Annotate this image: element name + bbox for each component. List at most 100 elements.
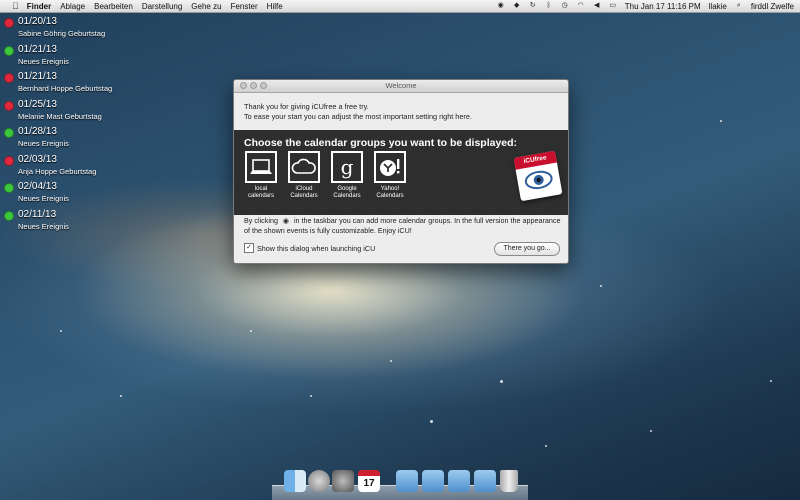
event-date: 02/03/13 [18, 153, 57, 165]
eye-icon[interactable]: ◉ [497, 2, 505, 10]
show-dialog-label: Show this dialog when launching iCU [257, 243, 376, 253]
menu-extras: ◉ ◆ ↻ ᛒ ◷ ◠ ◀ ▭ Thu Jan 17 11:16 PM llak… [489, 0, 794, 12]
event-date: 01/28/13 [18, 126, 57, 137]
list-item[interactable]: 01/20/13 Sabine Göhrig Geburtstag [4, 16, 164, 44]
calendar-label-line1: Google [337, 186, 357, 192]
menu-fenster[interactable]: Fenster [231, 2, 258, 11]
system-preferences-icon[interactable] [332, 470, 354, 492]
event-name: Bernhard Hoppe Geburtstag [18, 84, 113, 93]
event-status-dot [4, 155, 14, 166]
dialog-title: Welcome [385, 81, 417, 90]
event-name: Neues Ereignis [18, 56, 69, 66]
event-status-dot [4, 73, 14, 83]
calendar-label-line2: Calendars [290, 193, 318, 199]
calendar-group-icloud[interactable]: iCloud Calendars [287, 151, 321, 200]
laptop-icon [245, 151, 277, 183]
show-dialog-checkbox[interactable]: ✓ [244, 243, 254, 253]
calendar-group-google[interactable]: g Google Calendars [330, 151, 364, 200]
menu-finder[interactable]: Finder [27, 2, 51, 11]
menu-user[interactable]: llakie [709, 2, 727, 11]
event-status-dot [4, 100, 14, 111]
menu-darstellung[interactable]: Darstellung [142, 2, 182, 11]
list-item[interactable]: 02/11/13 Neues Ereignis [4, 209, 164, 237]
menu-gehe-zu[interactable]: Gehe zu [191, 2, 221, 11]
menu-bar:  Finder Ablage Bearbeiten Darstellung G… [0, 0, 800, 13]
intro-line-2: To ease your start you can adjust the mo… [244, 112, 472, 121]
event-name: Melanie Mast Geburtstag [18, 111, 102, 121]
trash-icon[interactable] [500, 470, 518, 492]
event-date: 01/20/13 [18, 16, 57, 27]
dock: 17 [272, 460, 528, 500]
cloud-icon [288, 151, 320, 183]
calendar-label-line2: calendars [247, 193, 274, 199]
events-list: 01/20/13 Sabine Göhrig Geburtstag 01/21/1… [4, 16, 164, 236]
calendar-label-line1: local [254, 186, 268, 192]
apple-icon[interactable]:  [12, 1, 19, 11]
event-date: 01/25/13 [18, 98, 57, 110]
event-name: Anja Hoppe Geburtstag [18, 166, 97, 176]
welcome-dialog: Welcome Thank you for giving iCUfree a f… [233, 79, 569, 264]
event-date: 01/21/13 [18, 43, 57, 55]
calendar-label-line1: Yahoo! [380, 186, 400, 192]
event-date: 02/11/13 [18, 208, 57, 220]
list-item[interactable]: 01/21/13 Bernhard Hoppe Geburtstag [4, 71, 164, 99]
event-status-dot [4, 183, 14, 193]
time-machine-icon[interactable]: ◷ [561, 2, 569, 10]
calendar-label-line2: Calendars [376, 193, 404, 199]
bluetooth-icon[interactable]: ᛒ [545, 2, 553, 10]
menu-right-label[interactable]: firddl Zwelfe [751, 2, 794, 11]
intro-line-1: Thank you for giving iCUfree a free try. [244, 102, 369, 111]
hint-text-end: in the taskbar you can add more calendar… [244, 216, 561, 235]
yahoo-icon [374, 151, 406, 183]
list-item[interactable]: 02/04/13 Neues Ereignis [4, 181, 164, 209]
calendar-groups-heading: Choose the calendar groups you want to b… [244, 137, 518, 149]
dropbox-icon[interactable]: ◆ [513, 2, 521, 10]
menu-hilfe[interactable]: Hilfe [267, 2, 283, 11]
wifi-icon[interactable]: ◠ [577, 2, 585, 10]
show-dialog-option: ✓ Show this dialog when launching iCU [244, 243, 375, 253]
event-name: Sabine Göhrig Geburtstag [18, 29, 106, 38]
calendar-label-line1: iCloud [295, 186, 313, 192]
list-item[interactable]: 02/03/13 Anja Hoppe Geburtstag [4, 154, 164, 182]
event-status-dot [4, 128, 14, 138]
event-date: 01/21/13 [18, 71, 57, 82]
list-item[interactable]: 01/28/13 Neues Ereignis [4, 126, 164, 154]
applications-folder-icon[interactable] [396, 470, 418, 492]
event-name: Neues Ereignis [18, 194, 69, 203]
google-g-icon: g [331, 151, 363, 183]
calendar-label-line2: Calendars [333, 193, 361, 199]
calendar-icon[interactable]: 17 [358, 470, 380, 492]
launchpad-icon[interactable] [308, 470, 330, 492]
volume-icon[interactable]: ◀ [593, 2, 601, 10]
event-date: 02/04/13 [18, 181, 57, 192]
there-you-go-button[interactable]: There you go... [494, 242, 560, 256]
menu-bearbeiten[interactable]: Bearbeiten [94, 2, 133, 11]
downloads-folder-icon[interactable] [448, 470, 470, 492]
documents-folder-icon[interactable] [422, 470, 444, 492]
dialog-hint: By clicking ◉ in the taskbar you can add… [244, 216, 564, 236]
folder-icon[interactable] [474, 470, 496, 492]
svg-text:g: g [341, 155, 354, 179]
menu-clock[interactable]: Thu Jan 17 11:16 PM [625, 2, 701, 11]
dialog-intro: Thank you for giving iCUfree a free try.… [244, 102, 472, 122]
event-status-dot [4, 210, 14, 221]
calendar-groups-panel: Choose the calendar groups you want to b… [234, 130, 568, 215]
finder-icon[interactable] [284, 470, 306, 492]
calendar-group-yahoo[interactable]: Yahoo! Calendars [373, 151, 407, 200]
event-status-dot [4, 45, 14, 56]
icufree-logo: iCUfree [513, 150, 563, 202]
event-name: Neues Ereignis [18, 139, 69, 148]
menu-ablage[interactable]: Ablage [60, 2, 85, 11]
hint-text-start: By clicking [244, 216, 278, 225]
list-item[interactable]: 01/21/13 Neues Ereignis [4, 44, 164, 72]
eye-icon: ◉ [282, 216, 290, 225]
event-name: Neues Ereignis [18, 221, 69, 231]
battery-icon[interactable]: ▭ [609, 2, 617, 10]
list-item[interactable]: 01/25/13 Melanie Mast Geburtstag [4, 99, 164, 127]
sync-icon[interactable]: ↻ [529, 2, 537, 10]
dialog-titlebar[interactable]: Welcome [234, 80, 568, 93]
calendar-group-local[interactable]: local calendars [244, 151, 278, 200]
magnifier-icon[interactable]: ⌕ [735, 2, 743, 10]
eye-icon [524, 170, 553, 190]
event-status-dot [4, 18, 14, 28]
